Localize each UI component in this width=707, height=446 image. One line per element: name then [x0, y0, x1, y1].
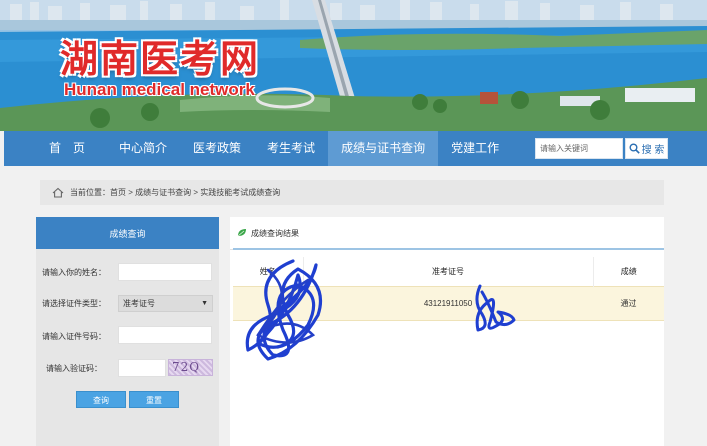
home-icon	[52, 187, 64, 198]
main-nav: 首 页 中心简介 医考政策 考生考试 成绩与证书查询 党建工作 请输入关键词 搜…	[4, 131, 707, 166]
results-panel: 成绩查询结果 姓名 准考证号 成绩 43121911050 通过	[230, 217, 664, 446]
site-title: 湖南医考网	[60, 36, 261, 81]
nav-item-score-query[interactable]: 成绩与证书查询	[328, 131, 439, 166]
search-icon	[629, 143, 640, 154]
results-table: 姓名 准考证号 成绩 43121911050 通过	[233, 257, 664, 321]
results-title: 成绩查询结果	[251, 229, 299, 238]
nav-item-exam[interactable]: 考生考试	[254, 131, 328, 166]
table-row: 43121911050 通过	[233, 285, 664, 321]
captcha-input[interactable]	[118, 359, 166, 377]
nav-item-party[interactable]: 党建工作	[438, 131, 512, 166]
search-button-label: 搜 索	[641, 145, 665, 156]
table-header-row: 姓名 准考证号 成绩	[233, 257, 664, 286]
dropdown-arrow-icon: ▼	[201, 300, 208, 307]
name-input[interactable]	[118, 263, 212, 281]
column-header-name: 姓名	[233, 257, 303, 286]
name-label: 请输入你的姓名：	[42, 268, 106, 277]
site-subtitle: Hunan medical network	[64, 80, 255, 99]
results-header: 成绩查询结果	[230, 217, 664, 250]
cell-ticket-no: 43121911050	[303, 285, 593, 321]
results-header-divider	[233, 248, 664, 250]
form-title: 成绩查询	[36, 217, 219, 249]
column-header-ticket-no: 准考证号	[302, 257, 593, 286]
captcha-label: 请输入验证码：	[46, 364, 102, 373]
id-type-select[interactable]: 准考证号 ▼	[118, 295, 213, 312]
breadcrumb-text: 当前位置：首页 > 成绩与证书查询 > 实践技能考试成绩查询	[70, 188, 281, 197]
cell-result: 通过	[593, 285, 664, 321]
search-button[interactable]: 搜 索	[625, 138, 668, 159]
id-type-value: 准考证号	[123, 299, 155, 308]
score-query-form: 成绩查询 请输入你的姓名： 请选择证件类型： 准考证号 ▼ 请输入证件号码： 请…	[36, 217, 219, 446]
column-header-result: 成绩	[592, 257, 664, 286]
id-number-label: 请输入证件号码：	[42, 332, 106, 341]
id-type-label: 请选择证件类型：	[42, 299, 106, 308]
breadcrumb: 当前位置：首页 > 成绩与证书查询 > 实践技能考试成绩查询	[40, 180, 664, 205]
cell-name	[233, 285, 303, 321]
nav-item-about[interactable]: 中心简介	[106, 131, 180, 166]
nav-item-home[interactable]: 首 页	[4, 131, 106, 166]
nav-item-policy[interactable]: 医考政策	[180, 131, 254, 166]
search-input[interactable]: 请输入关键词	[535, 138, 623, 159]
id-number-input[interactable]	[118, 326, 212, 344]
query-button[interactable]: 查询	[76, 391, 126, 408]
reset-button[interactable]: 重置	[129, 391, 179, 408]
site-banner: 湖南医考网 Hunan medical network	[0, 0, 707, 131]
captcha-image[interactable]: 72Q	[168, 359, 213, 376]
leaf-icon	[237, 229, 246, 237]
